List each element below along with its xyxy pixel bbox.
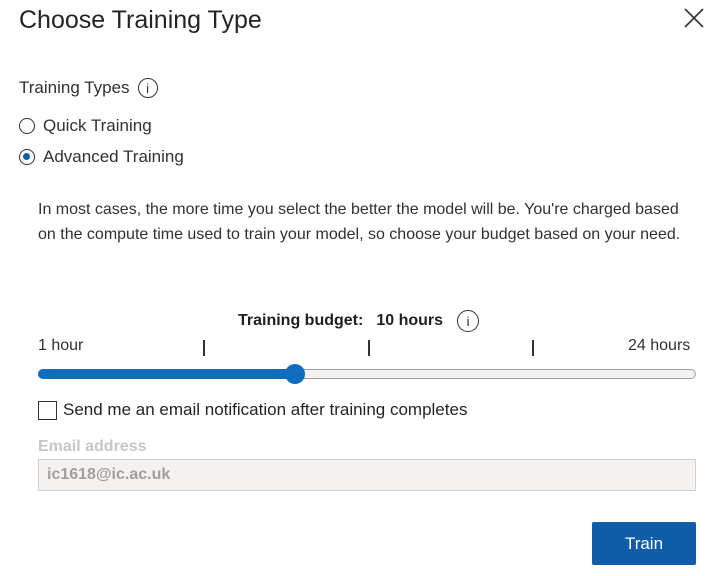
budget-slider-fill (38, 369, 300, 379)
slider-tick (368, 340, 370, 356)
training-budget: Training budget: 10 hours i (238, 310, 480, 332)
radio-advanced-training[interactable]: Advanced Training (19, 147, 184, 167)
budget-slider-thumb[interactable] (285, 364, 306, 384)
training-types-label: Training Types i (19, 78, 158, 98)
train-button[interactable]: Train (592, 522, 696, 565)
email-address-label: Email address (38, 438, 147, 455)
email-address-input[interactable] (38, 459, 696, 491)
radio-circle-icon[interactable] (19, 118, 35, 134)
slider-tick (203, 340, 205, 356)
budget-value: 10 hours (376, 312, 444, 329)
budget-label: Training budget: (238, 312, 364, 329)
slider-max-label: 24 hours (628, 337, 691, 354)
email-notification-checkbox-row[interactable]: Send me an email notification after trai… (38, 400, 467, 420)
info-icon[interactable]: i (457, 310, 480, 332)
email-notification-checkbox[interactable] (38, 400, 57, 420)
close-icon[interactable] (683, 7, 705, 29)
dialog-title: Choose Training Type (19, 6, 262, 34)
radio-quick-training[interactable]: Quick Training (19, 116, 152, 136)
info-icon[interactable]: i (137, 78, 158, 98)
description-text: In most cases, the more time you select … (38, 201, 681, 243)
email-notification-label: Send me an email notification after trai… (63, 400, 468, 419)
radio-label-advanced: Advanced Training (43, 147, 184, 166)
training-types-text: Training Types (19, 78, 130, 97)
radio-label-quick: Quick Training (43, 116, 152, 135)
slider-min-label: 1 hour (38, 337, 84, 354)
slider-tick (532, 340, 534, 356)
radio-selected-icon[interactable] (19, 149, 35, 165)
